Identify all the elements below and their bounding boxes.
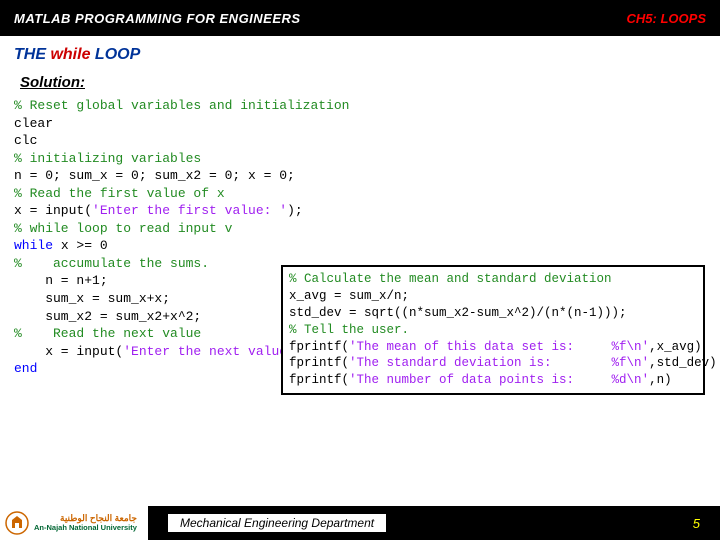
code-line: % Calculate the mean and standard deviat… [289, 271, 697, 288]
code-line: n = 0; sum_x = 0; sum_x2 = 0; x = 0; [14, 167, 706, 185]
code-line: std_dev = sqrt((n*sum_x2-sum_x^2)/(n*(n-… [289, 305, 697, 322]
page-number: 5 [693, 516, 720, 531]
code-line: % initializing variables [14, 150, 706, 168]
university-crest-icon [4, 510, 30, 536]
university-name-english: An-Najah National University [34, 524, 137, 532]
section-suffix: LOOP [90, 46, 140, 63]
section-keyword: while [50, 46, 90, 63]
code-line: fprintf('The mean of this data set is: %… [289, 339, 697, 356]
code-line: while x >= 0 [14, 237, 706, 255]
code-line: clc [14, 132, 706, 150]
code-line: % Read the first value of x [14, 185, 706, 203]
footer-bar: جامعة النجاح الوطنية An-Najah National U… [0, 506, 720, 540]
department-name: Mechanical Engineering Department [168, 514, 386, 532]
code-line: % while loop to read input v [14, 220, 706, 238]
solution-label: Solution: [0, 68, 720, 95]
chapter-prefix: CH5: [627, 11, 657, 26]
code-line: fprintf('The number of data points is: %… [289, 372, 697, 389]
chapter-suffix: LOOPS [657, 11, 706, 26]
university-name: جامعة النجاح الوطنية An-Najah National U… [34, 514, 137, 531]
section-prefix: THE [14, 46, 50, 63]
header-course-title: MATLAB PROGRAMMING FOR ENGINEERS [14, 11, 301, 26]
inset-code-block: % Calculate the mean and standard deviat… [281, 265, 705, 395]
footer-center: Mechanical Engineering Department [148, 514, 693, 532]
code-line: x = input('Enter the first value: '); [14, 202, 706, 220]
university-logo-block: جامعة النجاح الوطنية An-Najah National U… [0, 506, 148, 540]
code-line: x_avg = sum_x/n; [289, 288, 697, 305]
code-line: % Reset global variables and initializat… [14, 97, 706, 115]
code-line: % Tell the user. [289, 322, 697, 339]
section-title: THE while LOOP [0, 36, 720, 68]
code-line: fprintf('The standard deviation is: %f\n… [289, 355, 697, 372]
header-chapter: CH5: LOOPS [627, 11, 706, 26]
code-line: clear [14, 115, 706, 133]
header-bar: MATLAB PROGRAMMING FOR ENGINEERS CH5: LO… [0, 0, 720, 36]
